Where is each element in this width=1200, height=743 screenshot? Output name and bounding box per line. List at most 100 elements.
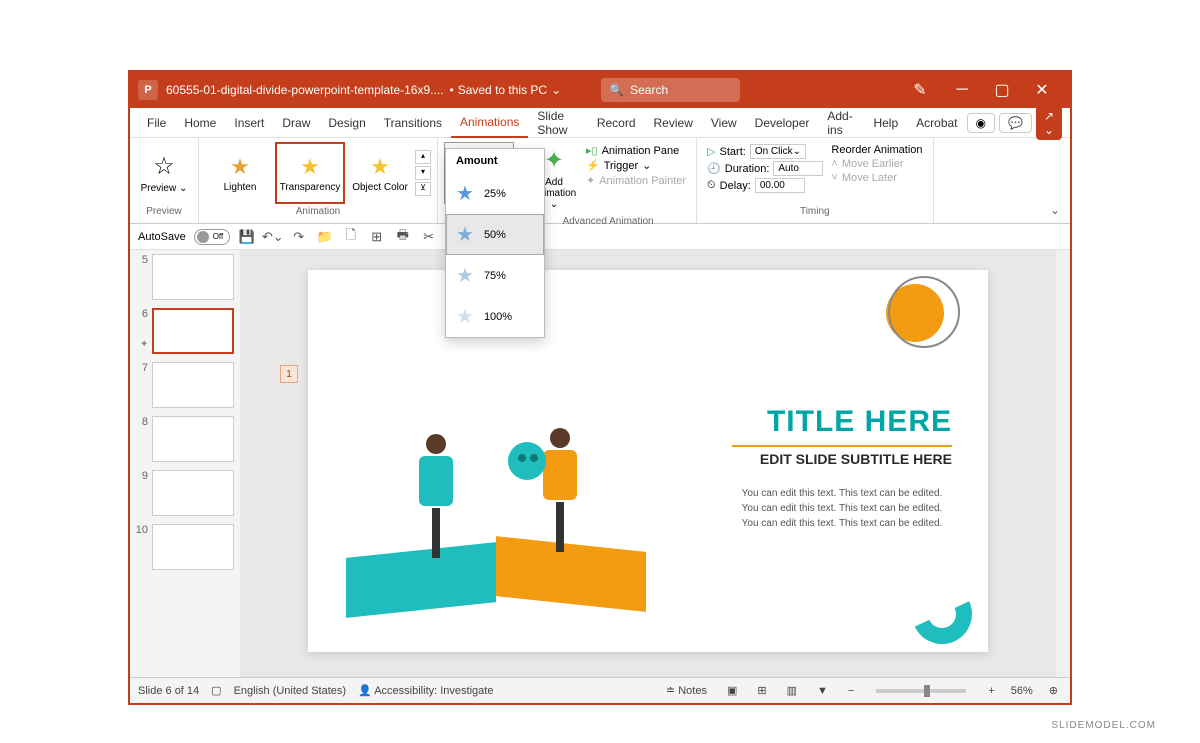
animation-object-color[interactable]: ★ Object Color <box>345 142 415 204</box>
slide-thumbnail-9[interactable] <box>152 470 234 516</box>
animation-gallery-arrows[interactable]: ▴ ▾ ⊻ <box>415 142 431 204</box>
move-later-button[interactable]: ˅ Move Later <box>831 172 922 184</box>
thumb-number: 10 <box>134 524 148 570</box>
save-icon[interactable]: 💾 <box>238 228 256 246</box>
gallery-down[interactable]: ▾ <box>415 166 431 180</box>
language-status[interactable]: English (United States) <box>234 685 347 697</box>
star-icon: ★ <box>456 263 474 288</box>
reading-view-icon[interactable]: ▥ <box>783 684 801 697</box>
print-icon[interactable]: 🖶 <box>394 228 412 246</box>
slide-thumbnail-10[interactable] <box>152 524 234 570</box>
redo-icon[interactable]: ↷ <box>290 228 308 246</box>
slide-thumbnail-7[interactable] <box>152 362 234 408</box>
animation-pane-button[interactable]: ▸▯Animation Pane <box>586 144 686 157</box>
document-title[interactable]: 60555-01-digital-divide-powerpoint-templ… <box>166 83 444 97</box>
zoom-out-button[interactable]: − <box>844 685 858 697</box>
slide-illustration[interactable] <box>336 380 646 620</box>
slideshow-view-icon[interactable]: ▼ <box>813 685 832 697</box>
animation-order-marker[interactable]: 1 <box>280 365 298 383</box>
zoom-level[interactable]: 56% <box>1011 685 1033 697</box>
accessibility-status[interactable]: 👤 Accessibility: Investigate <box>358 684 493 697</box>
slide-canvas[interactable]: 1 TITLE HERE EDIT SLIDE SUBTITLE HERE Yo… <box>308 270 988 652</box>
gallery-more[interactable]: ⊻ <box>415 182 431 196</box>
tab-record[interactable]: Record <box>588 108 645 138</box>
slide-subtitle[interactable]: EDIT SLIDE SUBTITLE HERE <box>732 445 952 467</box>
animation-indicator-icon: ✦ <box>140 339 148 350</box>
book-icon[interactable]: ▢ <box>211 684 221 697</box>
start-dropdown[interactable]: On Click ⌄ <box>750 144 806 159</box>
camera-button[interactable]: ◉ <box>967 113 995 133</box>
close-button[interactable]: ✕ <box>1022 76 1062 104</box>
undo-icon[interactable]: ↶⌄ <box>264 228 282 246</box>
zoom-in-button[interactable]: + <box>984 685 998 697</box>
new-slide-icon[interactable]: ⊞ <box>368 228 386 246</box>
tab-view[interactable]: View <box>702 108 746 138</box>
preview-button[interactable]: ☆ Preview ⌄ <box>136 142 192 204</box>
tab-insert[interactable]: Insert <box>225 108 273 138</box>
cut-icon[interactable]: ✂ <box>420 228 438 246</box>
duration-field[interactable]: Auto <box>773 161 823 176</box>
comments-button[interactable]: 💬 <box>999 113 1032 133</box>
trigger-button[interactable]: ⚡Trigger ⌄ <box>586 159 686 172</box>
amount-75[interactable]: ★75% <box>446 255 544 296</box>
share-button[interactable]: ↗ ⌄ <box>1036 106 1062 140</box>
animation-painter-button[interactable]: ✦Animation Painter <box>586 174 686 187</box>
slide-title[interactable]: TITLE HERE <box>767 405 952 439</box>
search-box[interactable]: 🔍 Search <box>601 78 739 102</box>
animation-transparency[interactable]: ★ Transparency <box>275 142 345 204</box>
tab-help[interactable]: Help <box>864 108 907 138</box>
app-icon: P <box>138 80 158 100</box>
tab-file[interactable]: File <box>138 108 175 138</box>
painter-icon: ✦ <box>586 174 595 187</box>
tab-design[interactable]: Design <box>319 108 374 138</box>
notes-button[interactable]: ≐ Notes <box>662 684 711 697</box>
amount-100[interactable]: ★100% <box>446 296 544 337</box>
delay-field[interactable]: 00.00 <box>755 178 805 193</box>
star-icon: ★ <box>300 154 320 180</box>
group-label-preview: Preview <box>136 204 192 219</box>
tab-slide-show[interactable]: Slide Show <box>528 108 587 138</box>
fit-to-window-icon[interactable]: ⊕ <box>1045 684 1062 697</box>
autosave-label: AutoSave <box>138 231 186 243</box>
slide-editor[interactable]: 1 TITLE HERE EDIT SLIDE SUBTITLE HERE Yo… <box>240 250 1056 677</box>
move-earlier-button[interactable]: ˄ Move Earlier <box>831 158 922 170</box>
effect-options-dropdown: Amount ★25% ★50% ★75% ★100% <box>445 148 545 338</box>
amount-25[interactable]: ★25% <box>446 173 544 214</box>
minimize-button[interactable]: ─ <box>942 76 982 104</box>
save-status-dropdown[interactable]: •Saved to this PC⌄ <box>450 83 562 97</box>
animation-lighten[interactable]: ★ Lighten <box>205 142 275 204</box>
tab-review[interactable]: Review <box>645 108 702 138</box>
thumb-number: 7 <box>134 362 148 408</box>
delay-label: Delay: <box>720 180 751 192</box>
thumbnail-pane[interactable]: 5 6✦ 7 8 9 10 <box>130 250 240 677</box>
tab-draw[interactable]: Draw <box>273 108 319 138</box>
slide-body-text[interactable]: You can edit this text. This text can be… <box>732 486 952 531</box>
slide-counter[interactable]: Slide 6 of 14 <box>138 685 199 697</box>
tab-addins[interactable]: Add-ins <box>818 108 864 138</box>
thumb-number: 5 <box>134 254 148 300</box>
normal-view-icon[interactable]: ▣ <box>723 684 741 697</box>
tab-transitions[interactable]: Transitions <box>375 108 451 138</box>
slide-thumbnail-5[interactable] <box>152 254 234 300</box>
coming-soon-icon[interactable]: ✎ <box>902 80 938 100</box>
dropdown-header: Amount <box>446 149 544 173</box>
collapse-ribbon-icon[interactable]: ⌄ <box>1050 203 1060 217</box>
slide-thumbnail-6[interactable]: ✦ <box>152 308 234 354</box>
amount-50[interactable]: ★50% <box>446 214 544 255</box>
folder-icon[interactable]: 📁 <box>316 228 334 246</box>
tab-animations[interactable]: Animations <box>451 108 528 138</box>
star-icon: ★ <box>230 154 250 180</box>
tab-developer[interactable]: Developer <box>746 108 819 138</box>
new-file-icon[interactable]: 🗋 <box>342 228 360 246</box>
autosave-toggle[interactable]: Off <box>194 229 230 245</box>
tab-home[interactable]: Home <box>175 108 225 138</box>
gallery-up[interactable]: ▴ <box>415 150 431 164</box>
zoom-slider[interactable] <box>876 689 966 693</box>
vertical-scrollbar[interactable] <box>1056 250 1070 677</box>
star-icon: ★ <box>370 154 390 180</box>
slide-thumbnail-8[interactable] <box>152 416 234 462</box>
decorative-ring <box>888 276 960 348</box>
tab-acrobat[interactable]: Acrobat <box>907 108 966 138</box>
maximize-button[interactable]: ▢ <box>982 76 1022 104</box>
sorter-view-icon[interactable]: ⊞ <box>753 684 770 697</box>
